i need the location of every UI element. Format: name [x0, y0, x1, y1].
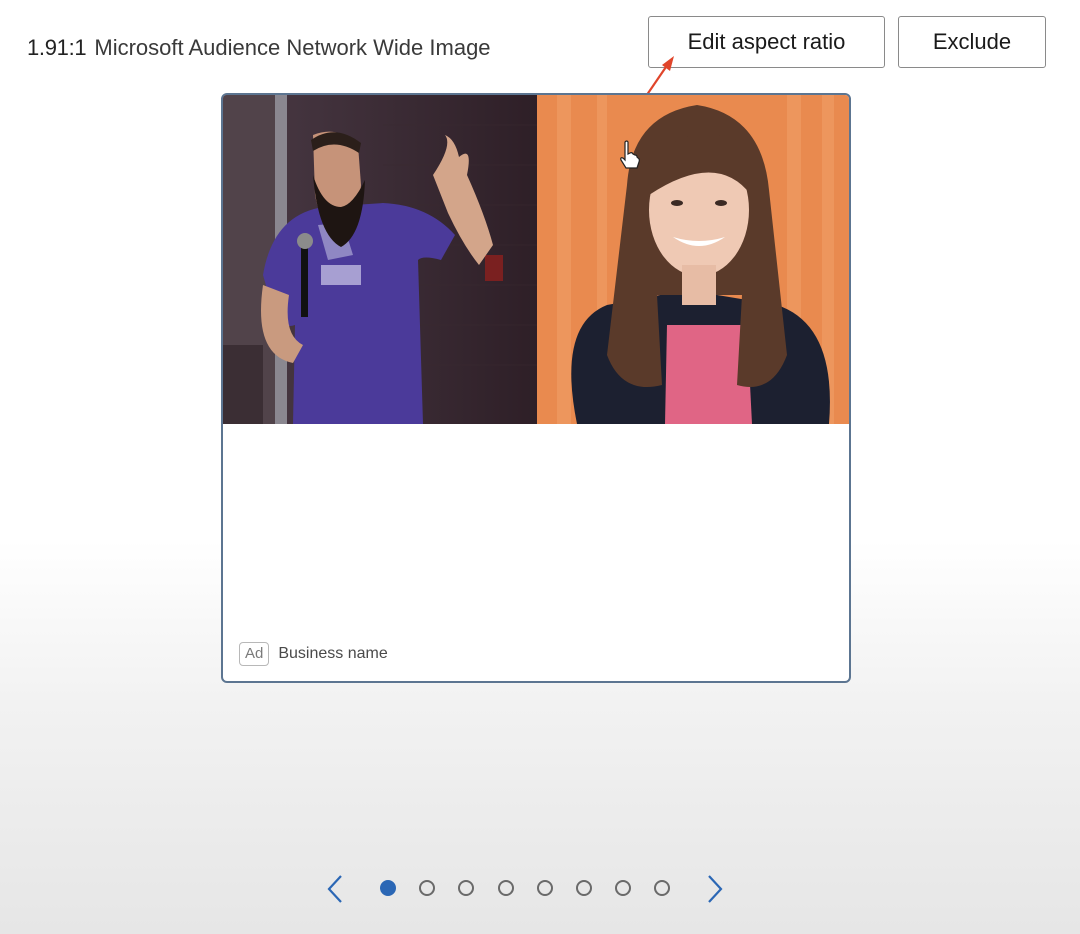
- speaker-photo: [223, 95, 537, 424]
- placement-name: Microsoft Audience Network Wide Image: [94, 35, 491, 60]
- pagination-dot[interactable]: [419, 880, 436, 896]
- ad-badge: Ad: [239, 642, 270, 666]
- ad-image: [223, 95, 849, 424]
- chevron-left-icon[interactable]: [322, 872, 348, 906]
- aspect-ratio-label: 1.91:1: [27, 35, 87, 60]
- pagination-dot[interactable]: [497, 880, 514, 896]
- placement-title: 1.91:1 Microsoft Audience Network Wide I…: [27, 32, 491, 64]
- hand-cursor-icon: [620, 140, 640, 169]
- exclude-button[interactable]: Exclude: [898, 16, 1046, 68]
- business-name: Business name: [278, 645, 388, 662]
- ad-footer: Ad Business name: [239, 641, 388, 667]
- pagination-dot[interactable]: [536, 880, 553, 896]
- pagination-dot[interactable]: [575, 880, 592, 896]
- pagination-dots: [380, 880, 671, 898]
- woman-photo: [537, 95, 849, 424]
- pagination-dot[interactable]: [380, 880, 396, 896]
- pagination-dot[interactable]: [458, 880, 475, 896]
- pagination-dot[interactable]: [615, 880, 632, 896]
- carousel-pagination: [322, 872, 732, 906]
- pagination-dot[interactable]: [654, 880, 671, 896]
- chevron-right-icon[interactable]: [702, 872, 728, 906]
- ad-preview-card: Ad Business name: [221, 93, 851, 683]
